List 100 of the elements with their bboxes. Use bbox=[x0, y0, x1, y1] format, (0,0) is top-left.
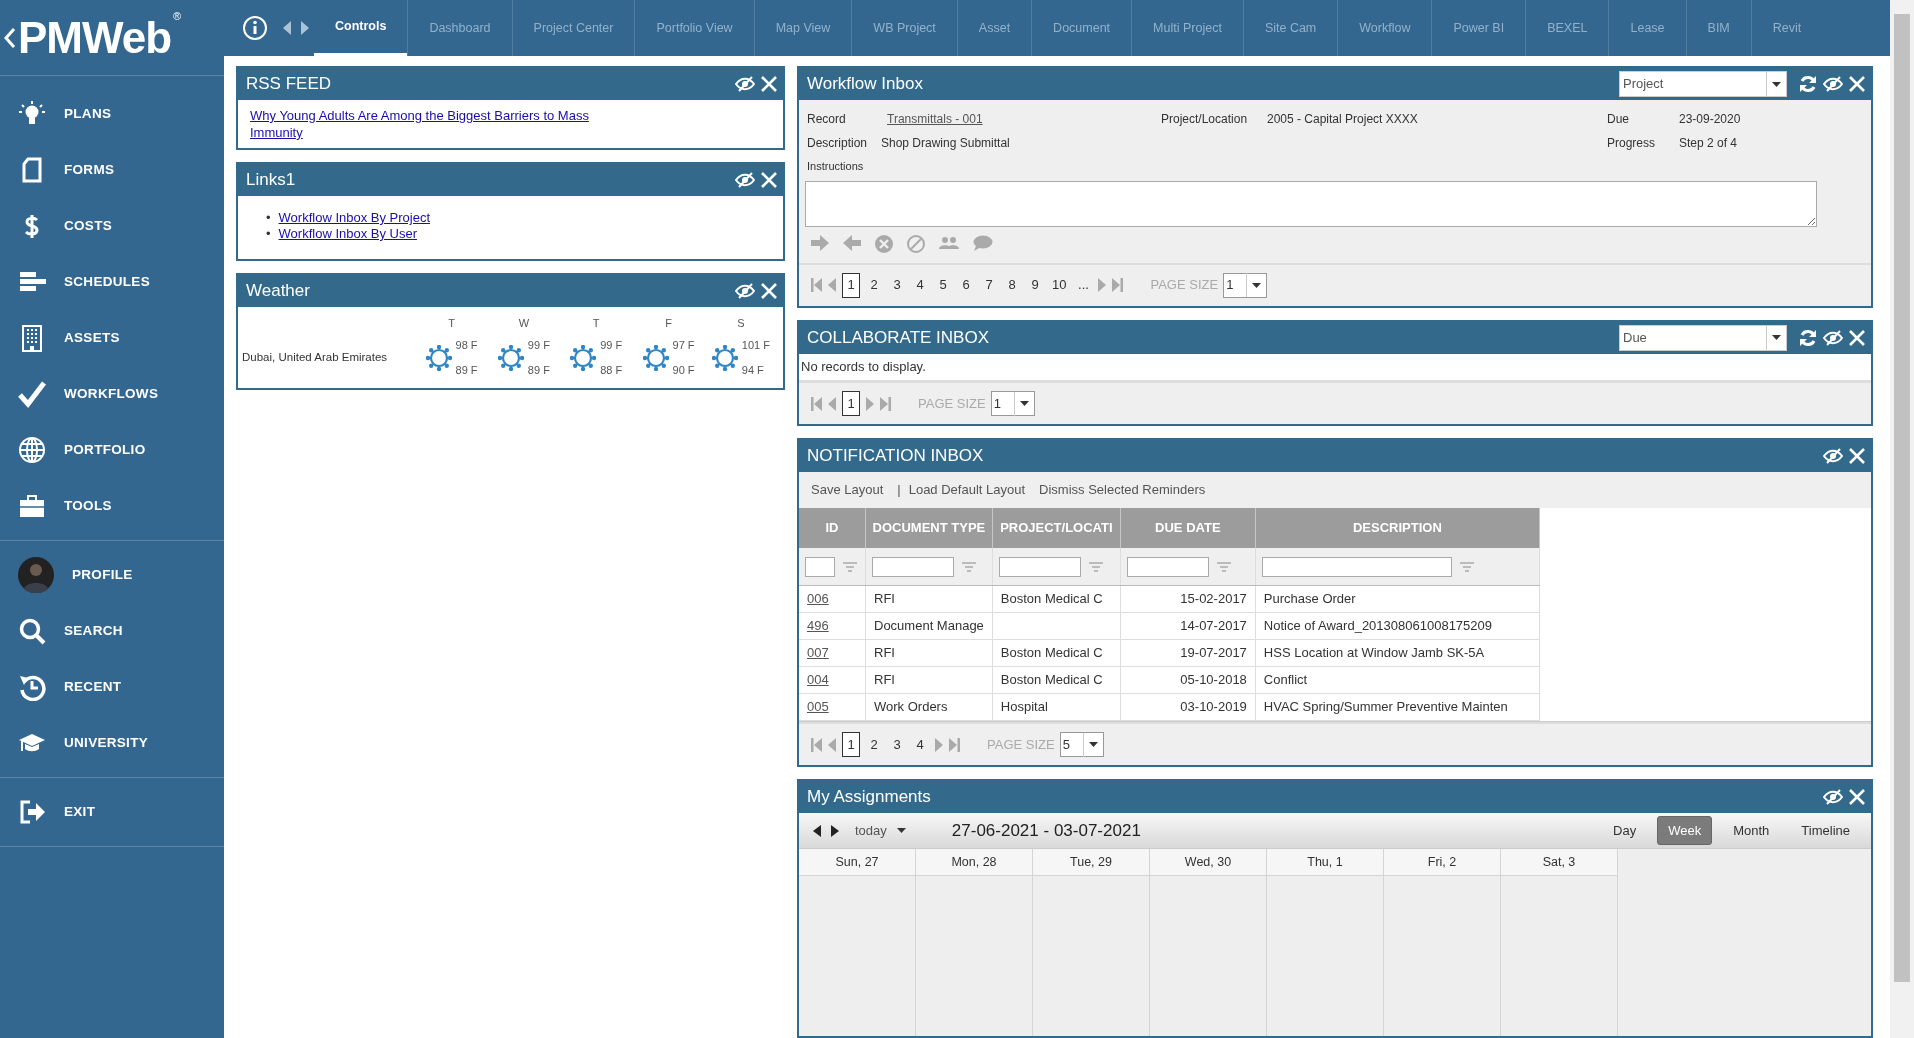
eye-slash-icon[interactable] bbox=[735, 76, 755, 92]
id-link[interactable]: 004 bbox=[807, 672, 829, 688]
next-page-icon[interactable] bbox=[1097, 278, 1107, 292]
eye-slash-icon[interactable] bbox=[1823, 76, 1843, 92]
info-icon[interactable] bbox=[242, 15, 268, 41]
id-link[interactable]: 496 bbox=[807, 618, 829, 634]
next-icon[interactable] bbox=[831, 824, 839, 837]
forward-icon[interactable] bbox=[300, 20, 310, 36]
page-link[interactable]: 2 bbox=[865, 732, 883, 757]
rss-link[interactable]: Why Young Adults Are Among the Biggest Barriers to Mass Immunity bbox=[250, 108, 626, 142]
first-page-icon[interactable] bbox=[811, 396, 823, 411]
caret-icon[interactable] bbox=[896, 828, 906, 833]
refresh-icon[interactable] bbox=[1799, 328, 1817, 347]
sidebar-item[interactable]: RECENT bbox=[0, 659, 224, 715]
id-link[interactable]: 005 bbox=[807, 699, 829, 715]
arrow-right-icon[interactable] bbox=[811, 234, 829, 251]
page-link[interactable]: 1 bbox=[842, 272, 860, 298]
filter-field[interactable] bbox=[805, 556, 835, 577]
today-button[interactable]: today bbox=[855, 820, 887, 841]
filter-field[interactable] bbox=[1261, 556, 1452, 577]
next-page-icon[interactable] bbox=[865, 396, 874, 411]
next-page-icon[interactable] bbox=[934, 737, 943, 752]
view-button[interactable]: Month bbox=[1722, 815, 1781, 846]
last-page-icon[interactable] bbox=[948, 737, 960, 752]
sidebar-item[interactable]: EXIT bbox=[0, 784, 224, 840]
previous-page-icon[interactable] bbox=[828, 278, 837, 292]
close-icon[interactable] bbox=[1849, 76, 1865, 92]
filter-icon[interactable] bbox=[1459, 561, 1474, 572]
view-button[interactable]: Week bbox=[1657, 815, 1713, 846]
close-icon[interactable] bbox=[1849, 789, 1865, 805]
link[interactable]: Workflow Inbox By Project bbox=[278, 210, 431, 227]
block-icon[interactable] bbox=[907, 234, 925, 253]
first-page-icon[interactable] bbox=[811, 737, 823, 752]
id-link[interactable]: 006 bbox=[807, 591, 829, 607]
toolbar-link[interactable]: Save Layout bbox=[811, 480, 884, 500]
page-link[interactable]: 3 bbox=[888, 272, 906, 298]
sidebar-item[interactable]: PLANS bbox=[0, 86, 224, 142]
sidebar-item[interactable]: TOOLS bbox=[0, 478, 224, 534]
sidebar-item[interactable]: COSTS bbox=[0, 198, 224, 254]
instructions-field[interactable] bbox=[805, 180, 1817, 227]
filter-icon[interactable] bbox=[1088, 561, 1103, 572]
record-link[interactable]: Transmittals - 001 bbox=[881, 110, 1161, 128]
sidebar-item[interactable]: PORTFOLIO bbox=[0, 422, 224, 478]
filter-field[interactable] bbox=[998, 556, 1081, 577]
sidebar-item[interactable]: SEARCH bbox=[0, 603, 224, 659]
sidebar-item[interactable]: PROFILE bbox=[0, 547, 224, 603]
toolbar-link[interactable]: Load Default Layout bbox=[908, 480, 1026, 500]
last-page-icon[interactable] bbox=[1111, 278, 1124, 292]
eye-slash-icon[interactable] bbox=[735, 172, 755, 188]
page-link[interactable]: 5 bbox=[934, 272, 952, 298]
speech-bubble-icon[interactable] bbox=[973, 234, 993, 251]
page-link[interactable]: ... bbox=[1074, 272, 1093, 298]
chevron-left-icon[interactable] bbox=[4, 26, 16, 49]
close-icon[interactable] bbox=[761, 76, 777, 92]
page-link[interactable]: 7 bbox=[980, 272, 998, 298]
filter-dropdown[interactable]: Due bbox=[1619, 324, 1787, 351]
first-page-icon[interactable] bbox=[811, 278, 823, 292]
sidebar-item[interactable]: WORKFLOWS bbox=[0, 366, 224, 422]
page-size-dropdown[interactable]: 1 bbox=[990, 391, 1035, 416]
eye-slash-icon[interactable] bbox=[1823, 789, 1843, 805]
eye-slash-icon[interactable] bbox=[1823, 329, 1843, 346]
page-link[interactable]: 10 bbox=[1049, 272, 1070, 298]
eye-slash-icon[interactable] bbox=[1823, 448, 1843, 464]
sidebar-item[interactable]: UNIVERSITY bbox=[0, 715, 224, 771]
close-icon[interactable] bbox=[761, 282, 777, 299]
last-page-icon[interactable] bbox=[879, 396, 891, 411]
page-link[interactable]: 1 bbox=[842, 732, 860, 757]
page-size-dropdown[interactable]: 1 bbox=[1223, 272, 1268, 298]
filter-field[interactable] bbox=[872, 556, 954, 577]
refresh-icon[interactable] bbox=[1799, 75, 1817, 93]
page-link[interactable]: 9 bbox=[1026, 272, 1044, 298]
page-size-dropdown[interactable]: 5 bbox=[1059, 732, 1104, 757]
page-link[interactable]: 3 bbox=[888, 732, 906, 757]
filter-icon[interactable] bbox=[1216, 561, 1231, 572]
page-link[interactable]: 4 bbox=[911, 732, 929, 757]
filter-dropdown[interactable]: Project bbox=[1619, 71, 1787, 97]
sidebar-item[interactable]: ASSETS bbox=[0, 310, 224, 366]
previous-icon[interactable] bbox=[813, 824, 821, 837]
close-icon[interactable] bbox=[1849, 329, 1865, 346]
filter-icon[interactable] bbox=[962, 561, 976, 572]
eye-slash-icon[interactable] bbox=[735, 282, 755, 299]
previous-page-icon[interactable] bbox=[828, 737, 837, 752]
link[interactable]: Workflow Inbox By User bbox=[278, 226, 418, 243]
view-button[interactable]: Timeline bbox=[1790, 815, 1861, 846]
back-icon[interactable] bbox=[282, 20, 292, 36]
sidebar-item[interactable]: FORMS bbox=[0, 142, 224, 198]
filter-icon[interactable] bbox=[843, 561, 857, 572]
sidebar-item[interactable]: SCHEDULES bbox=[0, 254, 224, 310]
cancel-icon[interactable] bbox=[875, 234, 893, 253]
id-link[interactable]: 007 bbox=[807, 645, 829, 661]
close-icon[interactable] bbox=[1849, 448, 1865, 464]
arrow-left-icon[interactable] bbox=[843, 234, 861, 251]
page-link[interactable]: 4 bbox=[911, 272, 929, 298]
filter-field[interactable] bbox=[1126, 556, 1209, 577]
page-link[interactable]: 6 bbox=[957, 272, 975, 298]
toolbar-link[interactable]: Dismiss Selected Reminders bbox=[1039, 480, 1206, 500]
page-link[interactable]: 1 bbox=[842, 391, 860, 416]
scrollbar[interactable] bbox=[1890, 0, 1914, 1038]
nav-tab[interactable]: Controls bbox=[314, 0, 408, 56]
close-icon[interactable] bbox=[761, 172, 777, 188]
